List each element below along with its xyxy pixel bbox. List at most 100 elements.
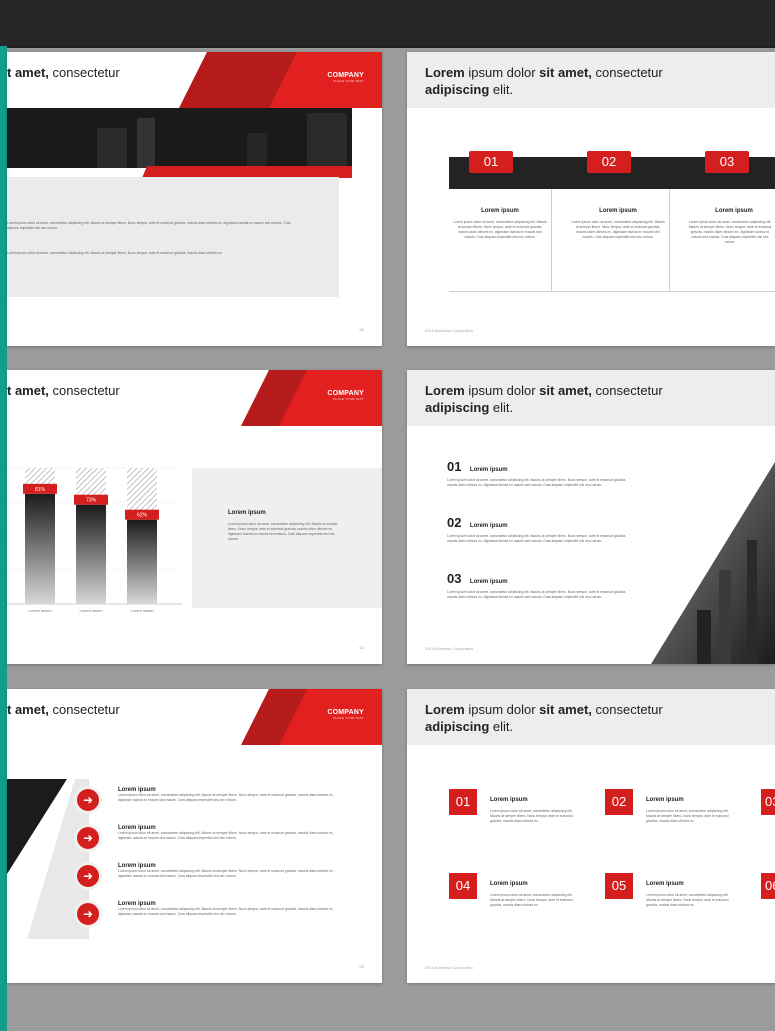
arrow-right-icon[interactable]: ➜ — [77, 865, 99, 887]
item-number: 02 — [605, 789, 633, 815]
company-tagline: PLACE YOUR TEXT — [333, 79, 364, 83]
divider — [669, 189, 670, 291]
title-bold: adipiscing — [425, 719, 490, 734]
red-header-shape — [241, 370, 382, 426]
slide-4[interactable]: Lorem ipsum dolor sit amet, consectetur a… — [407, 370, 775, 664]
step-number: 02 — [587, 151, 631, 173]
item-heading: Lorem ipsum — [469, 579, 508, 585]
item-number: 06 — [761, 873, 775, 899]
step-number: 01 — [469, 151, 513, 173]
item-heading: Lorem ipsum — [490, 881, 528, 887]
item-number: 05 — [605, 873, 633, 899]
item-text: Lorem ipsum dolor sit amet, consectetur … — [447, 478, 627, 487]
title-bold: Lorem — [425, 65, 465, 80]
item-heading: Lorem ipsum — [469, 523, 508, 529]
title-bold: adipiscing — [425, 82, 490, 97]
slide-5[interactable]: COMPANY PLACE YOUR TEXT t amet, consectet… — [7, 689, 382, 983]
company-tagline: PLACE YOUR TEXT — [333, 397, 364, 401]
title-rest: consectetur — [48, 702, 120, 717]
grid-item: Lorem ipsum Lorem ipsum dolor sit amet, c… — [490, 797, 578, 824]
arrow-right-icon[interactable]: ➜ — [77, 827, 99, 849]
item-heading: Lorem ipsum — [469, 467, 508, 473]
item-number: 03 — [447, 571, 462, 586]
data-label: 81% — [35, 487, 46, 493]
item-text: Lorem ipsum dolor sit amet, consectetur … — [118, 831, 334, 840]
item-text: Lorem ipsum dolor sit amet, consectetur … — [118, 869, 334, 878]
step-number: 03 — [705, 151, 749, 173]
footer-text: 2019 Business Corporation — [425, 965, 474, 970]
item-heading: Lorem ipsum — [646, 797, 684, 803]
title-text: consectetur — [591, 702, 663, 717]
company-logo-text: COMPANY PLACE YOUR TEXT — [327, 390, 364, 401]
item-heading: Lorem ipsum — [646, 881, 684, 887]
company-tagline: PLACE YOUR TEXT — [333, 716, 364, 720]
panel-text: Lorem ipsum dolor sit amet, consectetur … — [228, 522, 338, 541]
window-top-bar — [0, 0, 775, 48]
item-text: Lorem ipsum dolor sit amet, consectetur … — [646, 809, 729, 823]
red-header-shape — [241, 689, 382, 745]
company-name: COMPANY — [327, 390, 364, 397]
item-number: 01 — [447, 459, 462, 474]
slide-2[interactable]: Lorem ipsum dolor sit amet, consectetur a… — [407, 52, 775, 346]
list-item: Lorem ipsum Lorem ipsum dolor sit amet, c… — [118, 901, 338, 917]
slide-title: t amet, consectetur — [7, 64, 120, 81]
column-heading: Lorem ipsum — [715, 208, 753, 214]
title-bold: Lorem — [425, 702, 465, 717]
column-text: Lorem ipsum dolor sit amet, consectetur … — [688, 220, 772, 244]
list-item: Lorem ipsum Lorem ipsum dolor sit amet, c… — [118, 787, 338, 803]
slide-title: t amet, consectetur — [7, 701, 120, 718]
item-number: 03 — [761, 789, 775, 815]
data-label: 73% — [86, 498, 97, 504]
panel-heading: Lorem ipsum — [228, 510, 266, 516]
category-label: Lorem ipsum — [79, 608, 103, 612]
slide-1[interactable]: COMPANY PLACE YOUR TEXT t amet, consectet… — [7, 52, 382, 346]
item-text: Lorem ipsum dolor sit amet, consectetur … — [118, 793, 334, 802]
title-text: ipsum dolor — [464, 65, 540, 80]
title-rest: consectetur — [48, 65, 120, 80]
item-number: 04 — [449, 873, 477, 899]
category-label: Lorem ipsum — [28, 608, 52, 612]
paragraph-1: Lorem ipsum dolor sit amet, consectetur … — [7, 221, 291, 230]
title-bold: sit amet, — [539, 65, 592, 80]
page-number: 03 — [359, 964, 364, 969]
list-item: Lorem ipsum Lorem ipsum dolor sit amet, c… — [118, 863, 338, 879]
slide-title: Lorem ipsum dolor sit amet, consectetur a… — [425, 701, 663, 735]
item-text: Lorem ipsum dolor sit amet, consectetur … — [447, 590, 627, 599]
text-panel: Lorem ipsum Lorem ipsum dolor sit amet, … — [192, 468, 382, 608]
grid-item: Lorem ipsum Lorem ipsum dolor sit amet, c… — [646, 881, 734, 908]
arrow-right-icon[interactable]: ➜ — [77, 903, 99, 925]
company-logo-text: COMPANY PLACE YOUR TEXT — [327, 72, 364, 83]
divider — [551, 189, 552, 291]
column-text: Lorem ipsum dolor sit amet, consectetur … — [571, 220, 665, 239]
item-text: Lorem ipsum dolor sit amet, consectetur … — [118, 907, 334, 916]
title-bold: t amet, — [7, 65, 49, 80]
title-bold: t amet, — [7, 702, 49, 717]
slide-title: Lorem ipsum dolor sit amet, consectetur a… — [425, 64, 663, 98]
slide-3[interactable]: COMPANY PLACE YOUR TEXT t amet, consectet… — [7, 370, 382, 664]
page-number: 02 — [359, 645, 364, 650]
slide-6[interactable]: Lorem ipsum dolor sit amet, consectetur a… — [407, 689, 775, 983]
bar — [25, 493, 55, 604]
page-number: 01 — [359, 327, 364, 332]
item-number: 02 — [447, 515, 462, 530]
arrow-right-icon[interactable]: ➜ — [77, 789, 99, 811]
column-heading: Lorem ipsum — [481, 208, 519, 214]
company-logo-text: COMPANY PLACE YOUR TEXT — [327, 709, 364, 720]
item-text: Lorem ipsum dolor sit amet, consectetur … — [646, 893, 729, 907]
category-label: Lorem ipsum — [130, 608, 154, 612]
grid-item: Lorem ipsum Lorem ipsum dolor sit amet, c… — [490, 881, 578, 908]
column-heading: Lorem ipsum — [599, 208, 637, 214]
title-bold: sit amet, — [539, 702, 592, 717]
company-name: COMPANY — [327, 709, 364, 716]
title-text: elit. — [489, 82, 514, 97]
list-item: 01 Lorem ipsum Lorem ipsum dolor sit ame… — [447, 458, 632, 488]
text-panel: Lorem ipsum dolor sit amet, consectetur … — [7, 177, 339, 297]
item-text: Lorem ipsum dolor sit amet, consectetur … — [447, 534, 627, 543]
divider — [449, 291, 775, 292]
title-text: ipsum dolor — [464, 702, 540, 717]
list-item: 03 Lorem ipsum Lorem ipsum dolor sit ame… — [447, 570, 632, 600]
item-text: Lorem ipsum dolor sit amet, consectetur … — [490, 893, 573, 907]
list-item: 02 Lorem ipsum Lorem ipsum dolor sit ame… — [447, 514, 632, 544]
title-rest: consectetur — [48, 383, 120, 398]
footer-text: 2019 Business Corporation — [425, 328, 474, 333]
